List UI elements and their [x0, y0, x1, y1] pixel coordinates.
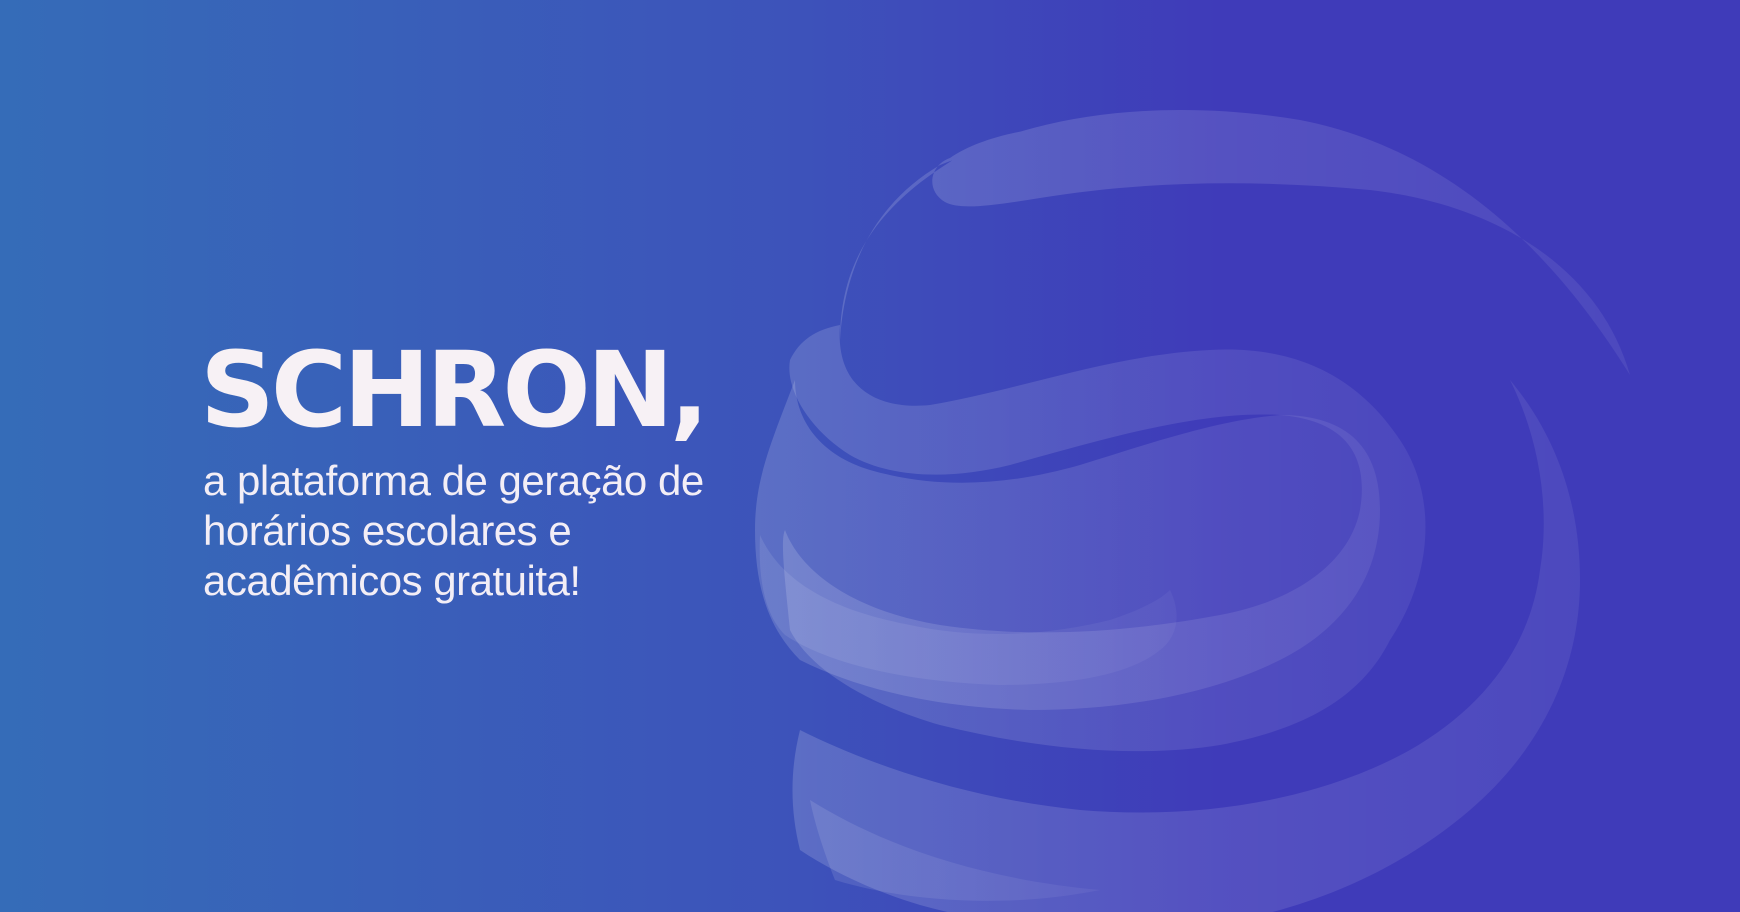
- brand-tagline: a plataforma de geração de horários esco…: [203, 456, 760, 606]
- hero-banner: SCHRON, a plataforma de geração de horár…: [0, 0, 1740, 912]
- tagline-line-2: horários escolares e: [203, 507, 572, 554]
- tagline-line-3: acadêmicos gratuita!: [203, 557, 581, 604]
- brand-title: SCHRON,: [200, 329, 709, 451]
- schron-logo-mark-icon: [755, 110, 1630, 912]
- headline-block: SCHRON, a plataforma de geração de horár…: [200, 330, 760, 606]
- tagline-line-1: a plataforma de geração de: [203, 457, 704, 504]
